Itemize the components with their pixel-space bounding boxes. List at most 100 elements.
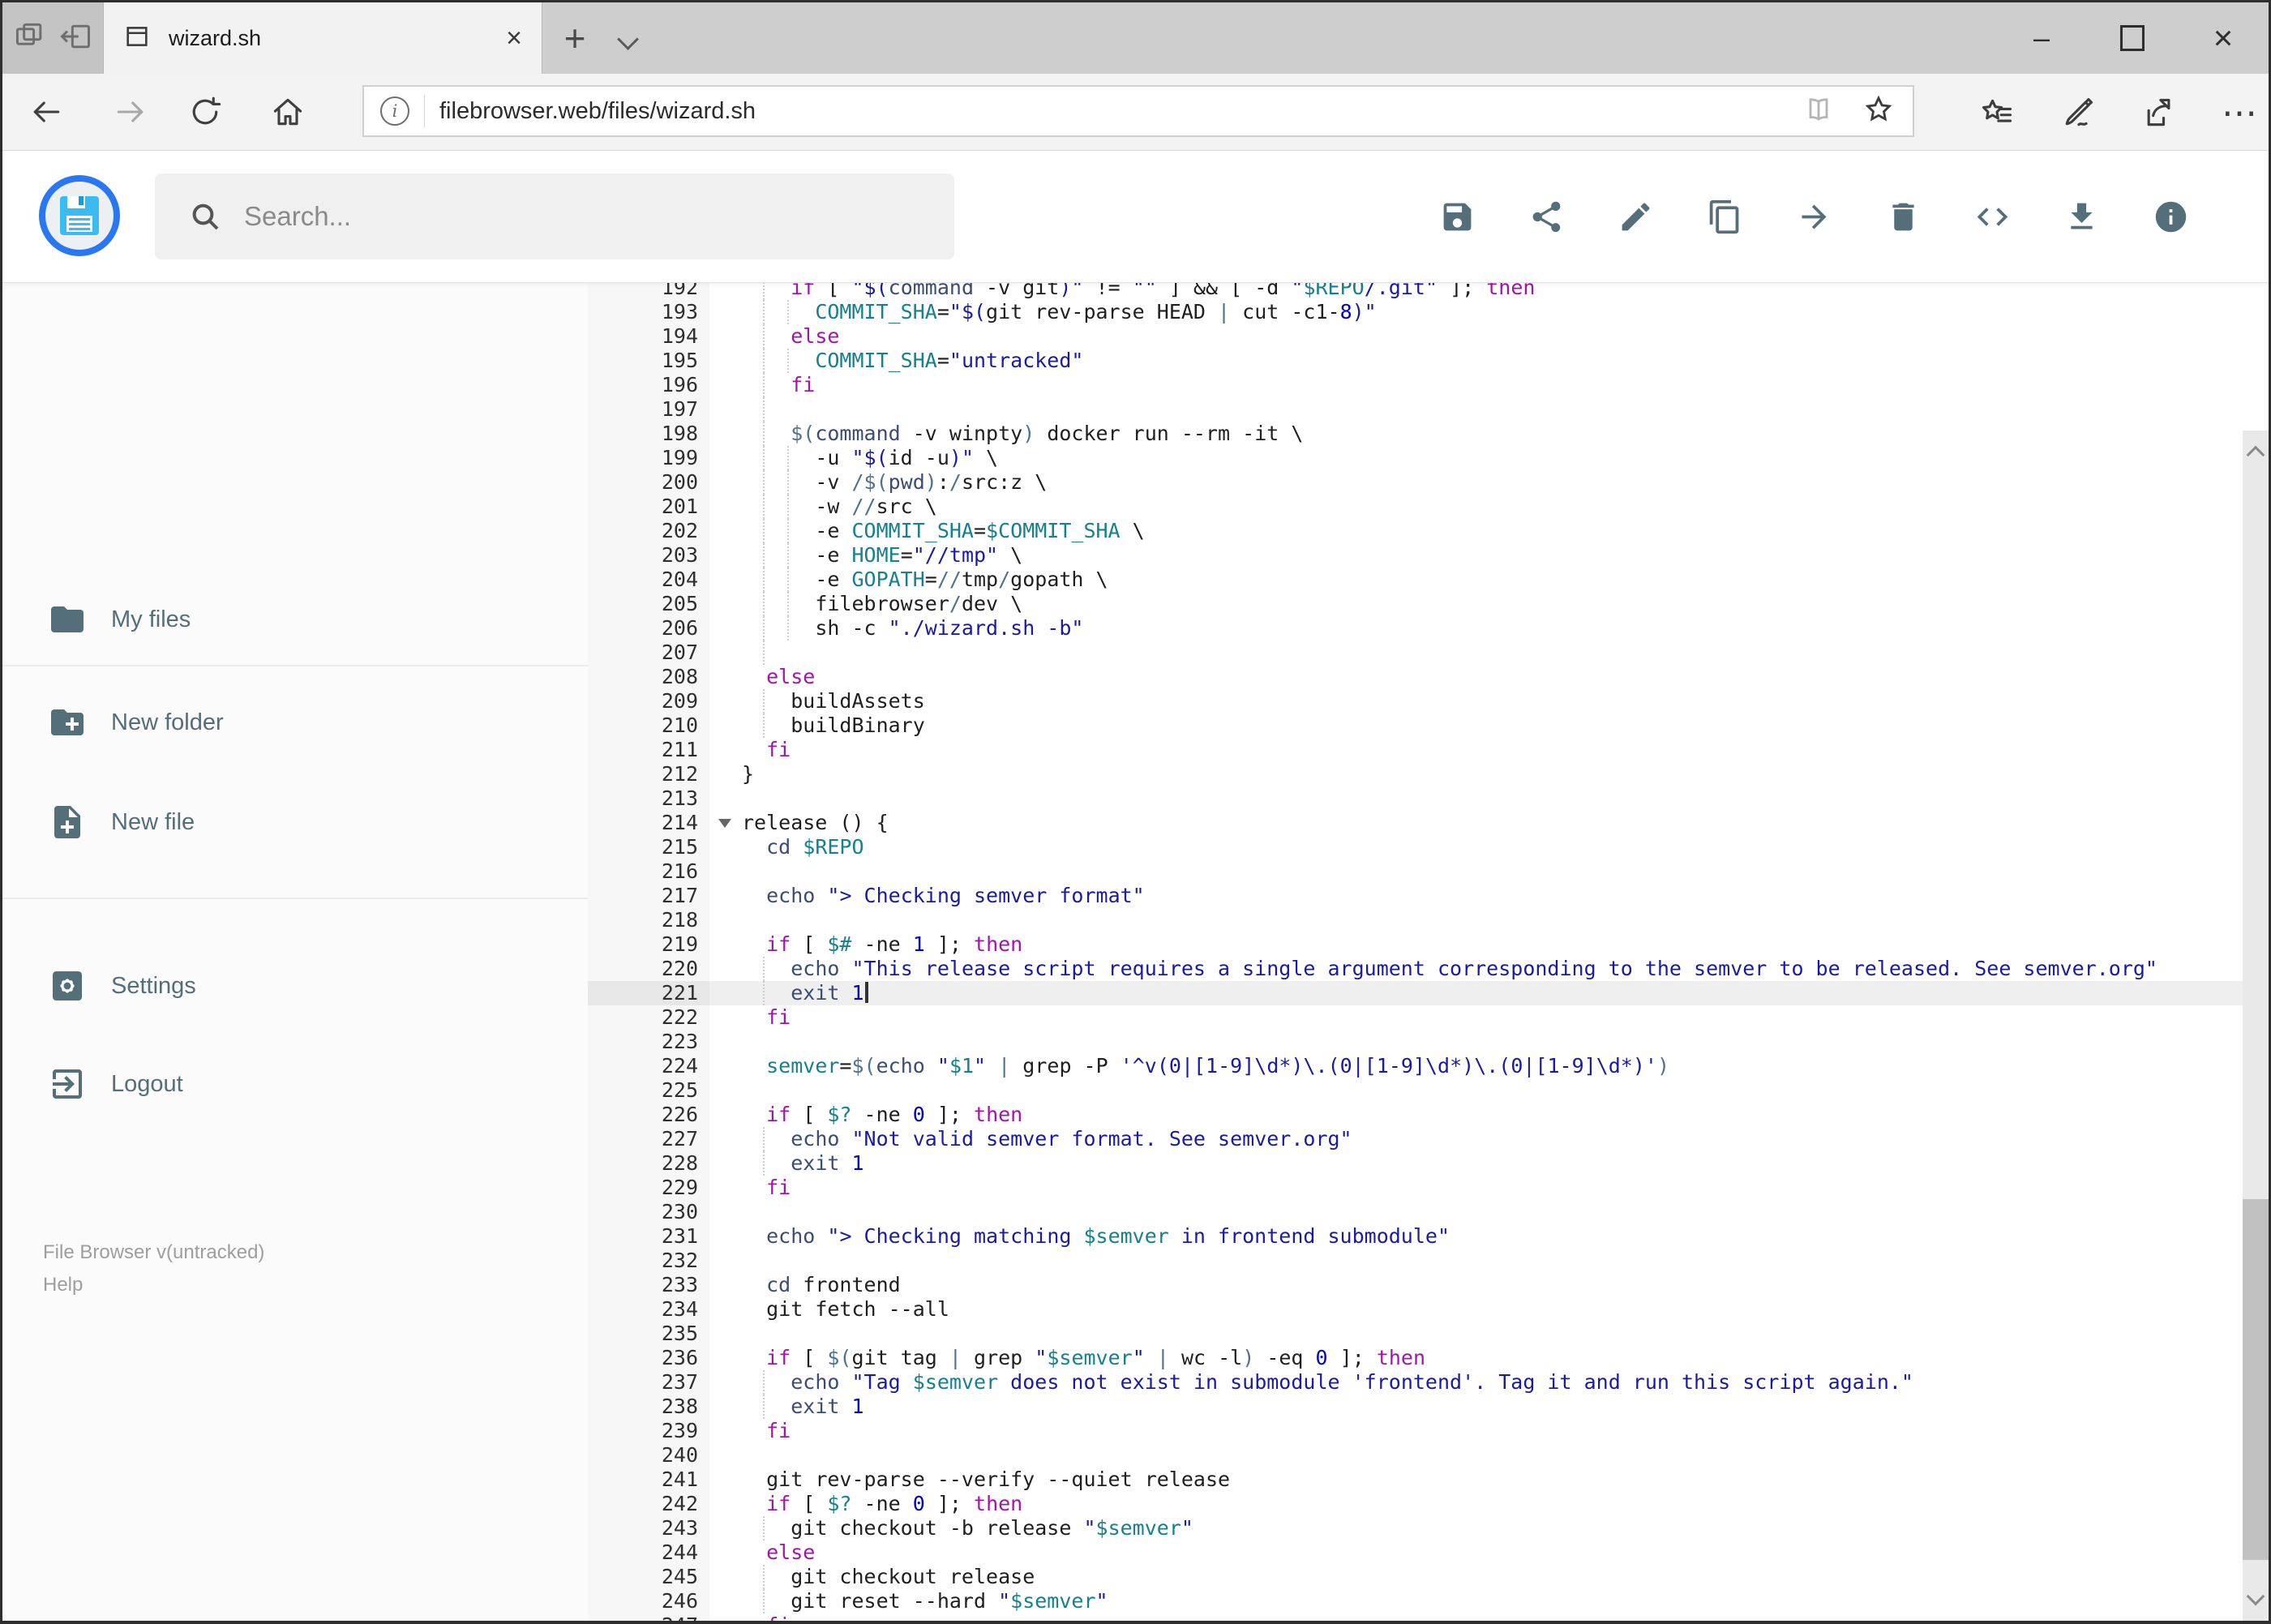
code-line[interactable]: 210 buildBinary	[588, 713, 2269, 738]
tab-previews-icon[interactable]	[12, 19, 48, 58]
browser-tab[interactable]: wizard.sh ×	[103, 2, 542, 74]
code-text[interactable]	[709, 1078, 2269, 1103]
code-text[interactable]: -e COMMIT_SHA=$COMMIT_SHA \	[709, 519, 2269, 543]
more-icon[interactable]: ⋯	[2222, 93, 2259, 133]
code-text[interactable]: git checkout -b release "$semver"	[709, 1516, 2269, 1540]
code-text[interactable]	[709, 786, 2269, 811]
search-input[interactable]: Search...	[155, 174, 954, 259]
code-line[interactable]: 226 if [ $? -ne 0 ]; then	[588, 1103, 2269, 1127]
code-line[interactable]: 236 if [ $(git tag | grep "$semver" | wc…	[588, 1346, 2269, 1370]
code-text[interactable]: fi	[709, 738, 2269, 762]
code-text[interactable]: -u "$(id -u)" \	[709, 446, 2269, 470]
code-line[interactable]: 230	[588, 1200, 2269, 1224]
code-line[interactable]: 197	[588, 397, 2269, 422]
code-line[interactable]: 239 fi	[588, 1419, 2269, 1443]
code-text[interactable]	[709, 397, 2269, 422]
close-button[interactable]: ×	[2178, 2, 2269, 74]
code-line[interactable]: 209 buildAssets	[588, 689, 2269, 713]
code-text[interactable]	[709, 1443, 2269, 1468]
code-line[interactable]: 243 git checkout -b release "$semver"	[588, 1516, 2269, 1540]
code-text[interactable]: fi	[709, 1005, 2269, 1030]
code-line[interactable]: 214 release () {	[588, 811, 2269, 835]
code-text[interactable]	[709, 908, 2269, 932]
share-icon[interactable]	[1528, 198, 1565, 235]
scrollbar-thumb[interactable]	[2243, 1199, 2269, 1560]
code-line[interactable]: 217 echo "> Checking semver format"	[588, 884, 2269, 908]
code-line[interactable]: 200 -v /$(pwd):/src:z \	[588, 470, 2269, 495]
code-line[interactable]: 221 exit 1	[588, 981, 2269, 1005]
code-line[interactable]: 212}	[588, 762, 2269, 786]
copy-icon[interactable]	[1706, 198, 1743, 235]
forward-icon[interactable]	[113, 94, 148, 130]
tab-list-chevron-icon[interactable]	[617, 28, 639, 50]
code-line[interactable]: 244 else	[588, 1540, 2269, 1565]
code-text[interactable]: if [ $? -ne 0 ]; then	[709, 1103, 2269, 1127]
code-text[interactable]: COMMIT_SHA="$(git rev-parse HEAD | cut -…	[709, 300, 2269, 324]
minimize-button[interactable]: –	[1996, 2, 2087, 74]
code-text[interactable]: echo "> Checking semver format"	[709, 884, 2269, 908]
code-line[interactable]: 238 exit 1	[588, 1395, 2269, 1419]
code-line[interactable]: 240	[588, 1443, 2269, 1468]
code-text[interactable]: exit 1	[709, 1151, 2269, 1176]
code-line[interactable]: 231 echo "> Checking matching $semver in…	[588, 1224, 2269, 1249]
set-tabs-aside-icon[interactable]	[58, 19, 93, 58]
code-text[interactable]: git checkout release	[709, 1565, 2269, 1589]
code-line[interactable]: 196 fi	[588, 373, 2269, 397]
code-line[interactable]: 206 sh -c "./wizard.sh -b"	[588, 616, 2269, 641]
code-icon[interactable]	[1973, 198, 2011, 235]
code-line[interactable]: 218	[588, 908, 2269, 932]
code-line[interactable]: 194 else	[588, 324, 2269, 349]
edit-icon[interactable]	[1617, 198, 1654, 235]
home-icon[interactable]	[270, 94, 306, 130]
url-bar[interactable]: i filebrowser.web/files/wizard.sh	[362, 85, 1914, 137]
save-icon[interactable]	[1438, 198, 1476, 235]
maximize-button[interactable]	[2087, 2, 2178, 74]
code-line[interactable]: 215 cd $REPO	[588, 835, 2269, 859]
code-line[interactable]: 223	[588, 1030, 2269, 1054]
code-text[interactable]: -e GOPATH=//tmp/gopath \	[709, 568, 2269, 592]
sidebar-item-logout[interactable]: Logout	[2, 1060, 588, 1108]
code-text[interactable]: exit 1	[709, 1395, 2269, 1419]
code-text[interactable]: if [ $# -ne 1 ]; then	[709, 932, 2269, 957]
code-text[interactable]	[709, 1249, 2269, 1273]
code-line[interactable]: 203 -e HOME="//tmp" \	[588, 543, 2269, 568]
scroll-up-icon[interactable]	[2246, 445, 2265, 465]
code-text[interactable]: cd $REPO	[709, 835, 2269, 859]
url-text[interactable]: filebrowser.web/files/wizard.sh	[439, 98, 1802, 125]
site-info-icon[interactable]: i	[380, 96, 409, 126]
code-line[interactable]: 228 exit 1	[588, 1151, 2269, 1176]
code-text[interactable]	[709, 1200, 2269, 1224]
code-line[interactable]: 220 echo "This release script requires a…	[588, 957, 2269, 981]
code-text[interactable]: semver=$(echo "$1" | grep -P '^v(0|[1-9]…	[709, 1054, 2269, 1078]
code-line[interactable]: 211 fi	[588, 738, 2269, 762]
code-line[interactable]: 247 fi	[588, 1613, 2269, 1621]
favorite-star-icon[interactable]	[1862, 93, 1895, 130]
code-line[interactable]: 234 git fetch --all	[588, 1297, 2269, 1322]
code-line[interactable]: 201 -w //src \	[588, 495, 2269, 519]
tab-close-icon[interactable]: ×	[506, 24, 522, 52]
code-text[interactable]: if [ $? -ne 0 ]; then	[709, 1492, 2269, 1516]
code-line[interactable]: 202 -e COMMIT_SHA=$COMMIT_SHA \	[588, 519, 2269, 543]
code-editor[interactable]: 192 if [ "$(command -v git)" != "" ] && …	[588, 283, 2269, 1621]
refresh-icon[interactable]	[187, 94, 223, 130]
code-text[interactable]: fi	[709, 1613, 2269, 1621]
code-line[interactable]: 222 fi	[588, 1005, 2269, 1030]
code-text[interactable]: exit 1	[709, 981, 2269, 1005]
code-line[interactable]: 219 if [ $# -ne 1 ]; then	[588, 932, 2269, 957]
sidebar-item-new-file[interactable]: New file	[2, 798, 588, 846]
code-text[interactable]	[709, 641, 2269, 665]
reading-view-icon[interactable]	[1802, 93, 1835, 130]
code-text[interactable]: fi	[709, 373, 2269, 397]
code-line[interactable]: 195 COMMIT_SHA="untracked"	[588, 349, 2269, 373]
code-line[interactable]: 245 git checkout release	[588, 1565, 2269, 1589]
share-icon[interactable]	[2140, 94, 2178, 131]
code-text[interactable]: }	[709, 762, 2269, 786]
code-line[interactable]: 204 -e GOPATH=//tmp/gopath \	[588, 568, 2269, 592]
code-line[interactable]: 193 COMMIT_SHA="$(git rev-parse HEAD | c…	[588, 300, 2269, 324]
code-text[interactable]	[709, 1322, 2269, 1346]
code-text[interactable]: if [ "$(command -v git)" != "" ] && [ -d…	[709, 283, 2269, 300]
code-text[interactable]: $(command -v winpty) docker run --rm -it…	[709, 422, 2269, 446]
code-text[interactable]: buildAssets	[709, 689, 2269, 713]
code-text[interactable]: release () {	[709, 811, 2269, 835]
code-line[interactable]: 237 echo "Tag $semver does not exist in …	[588, 1370, 2269, 1395]
